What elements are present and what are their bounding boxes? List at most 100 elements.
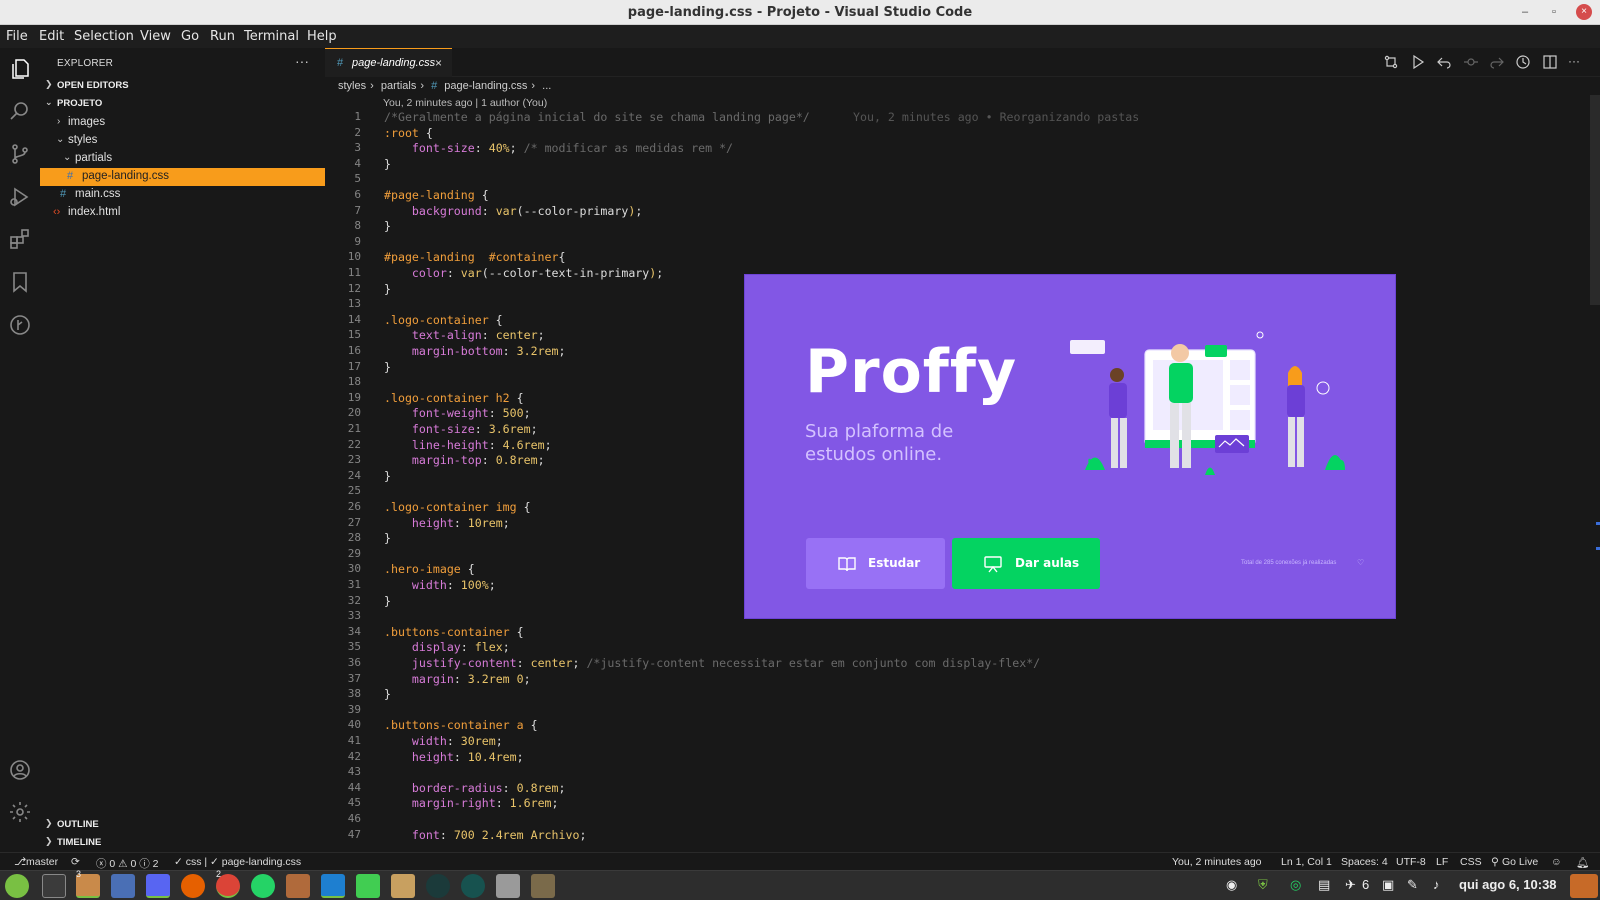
app-grid-icon[interactable] bbox=[286, 874, 310, 898]
outline-section[interactable]: ❯ OUTLINE bbox=[40, 816, 325, 834]
code-line[interactable]: } bbox=[384, 282, 391, 296]
bell-icon[interactable]: 🔔︎ bbox=[1576, 856, 1589, 869]
code-line[interactable]: .buttons-container a { bbox=[384, 718, 538, 732]
code-line[interactable]: border-radius: 0.8rem; bbox=[384, 781, 566, 795]
open-editors-section[interactable]: ❯ OPEN EDITORS bbox=[40, 77, 325, 95]
tree-file-main-css[interactable]: # main.css bbox=[40, 186, 325, 204]
history-icon[interactable] bbox=[1515, 54, 1531, 70]
eslint-status[interactable]: ✓ css | ✓ page-landing.css bbox=[174, 856, 301, 868]
menu-help[interactable]: Help bbox=[307, 29, 337, 44]
code-line[interactable]: margin-right: 1.6rem; bbox=[384, 796, 559, 810]
menu-terminal[interactable]: Terminal bbox=[244, 29, 299, 44]
more-actions-icon[interactable]: ··· bbox=[1568, 54, 1584, 70]
menu-run[interactable]: Run bbox=[210, 29, 235, 44]
vscode-icon[interactable] bbox=[321, 874, 345, 898]
show-desktop-button[interactable] bbox=[1570, 874, 1598, 898]
sync-icon[interactable]: ⟳ bbox=[71, 856, 80, 868]
code-line[interactable]: font: 700 2.4rem Archivo; bbox=[384, 828, 587, 842]
discord-tray-icon[interactable]: ◉ bbox=[1226, 877, 1237, 893]
menu-go[interactable]: Go bbox=[181, 29, 199, 44]
whatsapp-tray-icon[interactable]: ◎ bbox=[1290, 877, 1301, 893]
more-actions-icon[interactable]: ··· bbox=[295, 53, 309, 69]
code-line[interactable]: line-height: 4.6rem; bbox=[384, 438, 552, 452]
tree-folder-partials[interactable]: ⌄ partials bbox=[40, 150, 325, 168]
run-icon[interactable] bbox=[1410, 54, 1426, 70]
code-line[interactable]: text-align: center; bbox=[384, 328, 545, 342]
code-line[interactable]: .logo-container img { bbox=[384, 500, 531, 514]
git-blame-status[interactable]: You, 2 minutes ago bbox=[1172, 856, 1262, 868]
code-line[interactable]: /*Geralmente a página inicial do site se… bbox=[384, 110, 810, 124]
codelens-author[interactable]: You, 2 minutes ago | 1 author (You) bbox=[383, 97, 547, 109]
menu-edit[interactable]: Edit bbox=[39, 29, 64, 44]
code-line[interactable]: height: 10rem; bbox=[384, 516, 510, 530]
previous-change-icon[interactable] bbox=[1436, 54, 1452, 70]
clipboard-icon[interactable]: ▤ bbox=[1318, 877, 1330, 893]
pen-icon[interactable]: ✎ bbox=[1407, 877, 1418, 893]
code-line[interactable]: .logo-container { bbox=[384, 313, 503, 327]
discord-icon[interactable] bbox=[146, 874, 170, 898]
search-icon[interactable] bbox=[8, 99, 32, 123]
qt-creator-icon[interactable] bbox=[356, 874, 380, 898]
commit-icon[interactable] bbox=[1463, 54, 1479, 70]
code-line[interactable]: .hero-image { bbox=[384, 562, 475, 576]
code-line[interactable]: } bbox=[384, 360, 391, 374]
code-line[interactable]: } bbox=[384, 687, 391, 701]
gitkraken-icon[interactable] bbox=[426, 874, 450, 898]
bookmark-icon[interactable] bbox=[8, 270, 32, 294]
menu-file[interactable]: File bbox=[6, 29, 28, 44]
code-line[interactable]: font-size: 40%; /* modificar as medidas … bbox=[384, 141, 733, 155]
tab-page-landing-css[interactable]: # page-landing.css × bbox=[325, 48, 452, 77]
whatsapp-icon[interactable] bbox=[251, 874, 275, 898]
teach-button[interactable]: Dar aulas bbox=[952, 538, 1100, 589]
editor-scrollbar[interactable] bbox=[1590, 95, 1600, 305]
firefox-icon[interactable] bbox=[181, 874, 205, 898]
code-line[interactable]: } bbox=[384, 157, 391, 171]
git-history-icon[interactable] bbox=[8, 313, 32, 337]
explorer-icon[interactable] bbox=[8, 57, 32, 81]
notification-icon[interactable]: ✈ bbox=[1345, 877, 1356, 893]
code-line[interactable]: margin-top: 0.8rem; bbox=[384, 453, 545, 467]
breadcrumb-partials[interactable]: partials bbox=[381, 80, 416, 92]
tree-folder-styles[interactable]: ⌄ styles bbox=[40, 132, 325, 150]
problems-indicator[interactable]: ⓧ 0 ⚠ 0 ⓘ 2 bbox=[96, 856, 159, 871]
archive-icon[interactable] bbox=[391, 874, 415, 898]
breadcrumb-symbols[interactable]: ... bbox=[542, 80, 551, 92]
run-debug-icon[interactable] bbox=[8, 185, 32, 209]
code-line[interactable]: width: 100%; bbox=[384, 578, 496, 592]
camera-icon[interactable] bbox=[496, 874, 520, 898]
menu-view[interactable]: View bbox=[140, 29, 171, 44]
breadcrumb-file[interactable]: page-landing.css bbox=[444, 80, 527, 92]
terminal-icon[interactable] bbox=[42, 874, 66, 898]
code-line[interactable]: .buttons-container { bbox=[384, 625, 524, 639]
tree-folder-images[interactable]: › images bbox=[40, 114, 325, 132]
study-button[interactable]: Estudar bbox=[806, 538, 945, 589]
network-icon[interactable]: ▣ bbox=[1382, 877, 1394, 893]
code-line[interactable]: color: var(--color-text-in-primary); bbox=[384, 266, 663, 280]
shield-icon[interactable]: ⛨ bbox=[1258, 877, 1268, 893]
menu-selection[interactable]: Selection bbox=[74, 29, 134, 44]
screenshot-icon[interactable] bbox=[531, 874, 555, 898]
clock[interactable]: qui ago 6, 10:38 bbox=[1459, 877, 1557, 892]
code-line[interactable]: .logo-container h2 { bbox=[384, 391, 524, 405]
code-line[interactable]: margin: 3.2rem 0; bbox=[384, 672, 531, 686]
git-branch[interactable]: master bbox=[26, 856, 58, 868]
code-line[interactable]: margin-bottom: 3.2rem; bbox=[384, 344, 566, 358]
timeline-section[interactable]: ❯ TIMELINE bbox=[40, 834, 325, 852]
code-line[interactable]: height: 10.4rem; bbox=[384, 750, 524, 764]
breadcrumb-styles[interactable]: styles bbox=[338, 80, 366, 92]
feedback-icon[interactable]: ☺ bbox=[1551, 856, 1562, 868]
language-mode[interactable]: CSS bbox=[1460, 856, 1482, 868]
source-control-icon[interactable] bbox=[8, 142, 32, 166]
open-changes-icon[interactable] bbox=[1383, 54, 1399, 70]
indentation[interactable]: Spaces: 4 bbox=[1341, 856, 1388, 868]
code-line[interactable]: width: 30rem; bbox=[384, 734, 503, 748]
close-button[interactable]: × bbox=[1576, 4, 1592, 20]
mint-menu-icon[interactable] bbox=[5, 874, 29, 898]
tree-file-page-landing[interactable]: # page-landing.css bbox=[40, 168, 325, 186]
code-line[interactable]: background: var(--color-primary); bbox=[384, 204, 642, 218]
line-ending[interactable]: LF bbox=[1436, 856, 1448, 868]
code-line[interactable]: } bbox=[384, 469, 391, 483]
code-line[interactable]: } bbox=[384, 219, 391, 233]
project-section[interactable]: ⌄ PROJETO bbox=[40, 95, 325, 113]
account-icon[interactable] bbox=[8, 758, 32, 782]
